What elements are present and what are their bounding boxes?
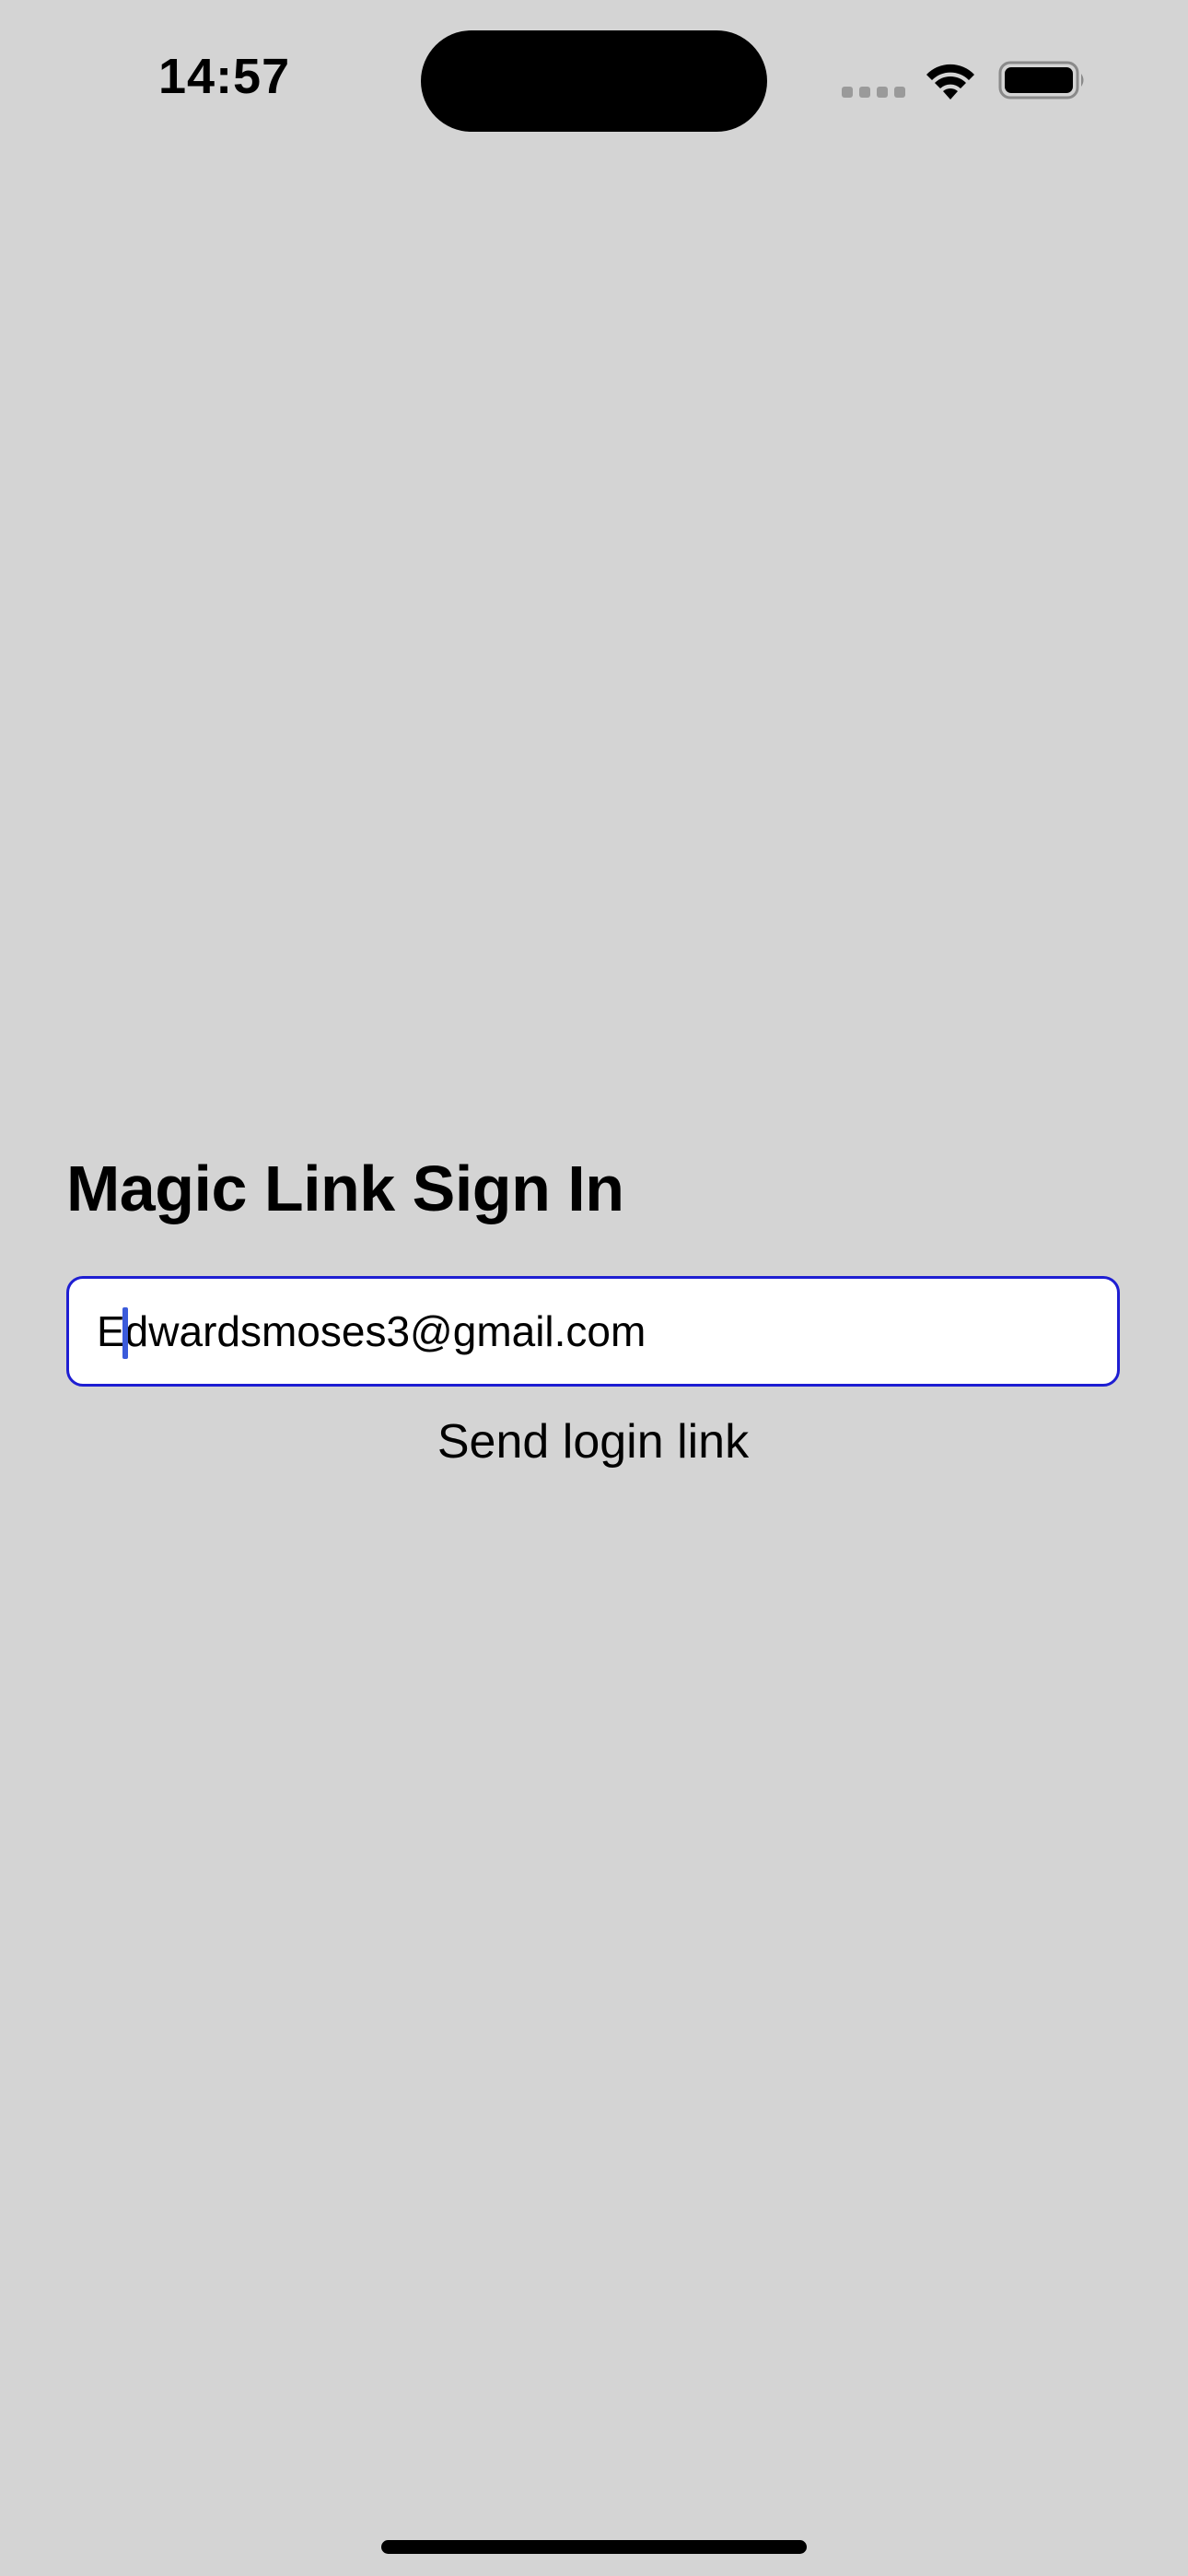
cellular-signal-icon	[842, 87, 905, 98]
battery-icon	[998, 61, 1084, 100]
email-field[interactable]	[66, 1276, 1120, 1387]
status-time: 14:57	[158, 49, 291, 104]
email-input[interactable]	[97, 1279, 1091, 1384]
home-indicator[interactable]	[381, 2540, 807, 2554]
status-bar: 14:57	[0, 0, 1188, 157]
dynamic-island	[421, 30, 767, 132]
text-caret	[122, 1307, 128, 1359]
status-icons	[842, 55, 1090, 105]
wifi-icon	[926, 64, 974, 100]
send-login-link-button[interactable]: Send login link	[66, 1405, 1120, 1479]
page-title: Magic Link Sign In	[66, 1153, 624, 1224]
